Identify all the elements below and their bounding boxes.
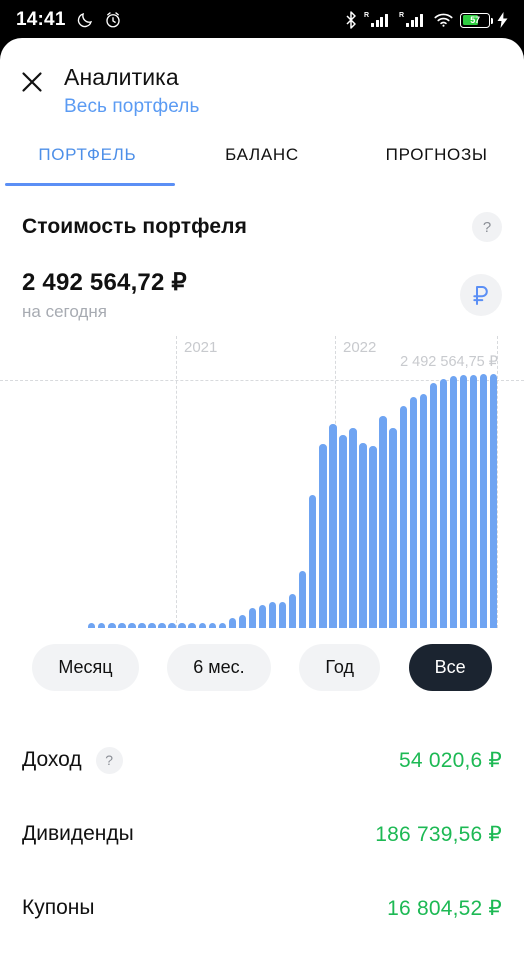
close-icon	[22, 72, 42, 92]
chart-bar	[429, 383, 438, 628]
chart-bar	[168, 623, 176, 628]
chart-bar	[278, 601, 287, 628]
period-month[interactable]: Месяц	[32, 644, 139, 691]
chart-bar	[329, 424, 337, 628]
currency-toggle-button[interactable]	[460, 274, 502, 316]
sim2-roaming-label: R	[399, 12, 405, 19]
portfolio-amount-group: 2 492 564,72 ₽ на сегодня	[22, 268, 187, 322]
status-bar-left: 14:41	[16, 9, 122, 31]
chart-bar	[339, 435, 347, 628]
sim1-roaming-label: R	[364, 12, 370, 19]
chart-bar	[268, 602, 277, 628]
chart-bar	[419, 393, 428, 628]
phone-screen: 14:41 R R 57 Аналитика Весь портфель ПОР…	[0, 0, 524, 964]
wifi-icon	[434, 13, 453, 27]
chart-bar	[238, 614, 247, 628]
status-bar: 14:41 R R 57	[0, 0, 524, 40]
chart-bar	[319, 443, 327, 628]
chart-bar	[248, 608, 257, 628]
chart-bar	[218, 622, 227, 628]
stat-row-coupons[interactable]: Купоны 16 804,52 ₽	[22, 871, 502, 945]
tab-portfolio[interactable]: ПОРТФЕЛЬ	[0, 124, 175, 186]
chart-bar	[369, 445, 377, 628]
chart-bar	[439, 379, 448, 628]
chart-bar	[349, 428, 357, 628]
chart-bar	[188, 623, 196, 628]
chart-bar	[88, 623, 96, 628]
chart-bar	[138, 623, 146, 628]
ruble-icon	[473, 286, 488, 305]
chart-bar	[459, 375, 468, 628]
chart-bar	[118, 623, 126, 628]
portfolio-amount-caption: на сегодня	[22, 302, 107, 321]
signal-sim2-icon: R	[399, 12, 427, 27]
period-year[interactable]: Год	[299, 644, 380, 691]
portfolio-value-header: Стоимость портфеля ?	[22, 212, 502, 242]
chart-bar	[228, 618, 237, 628]
chart-bar	[98, 623, 106, 628]
chart-bar	[309, 494, 317, 628]
page-title: Аналитика	[64, 64, 179, 90]
question-mark-icon[interactable]: ?	[95, 746, 123, 774]
stat-value: 186 739,56 ₽	[375, 822, 502, 846]
chart-bar	[379, 416, 387, 628]
portfolio-selector[interactable]: Весь портфель	[64, 93, 199, 121]
analytics-sheet: Аналитика Весь портфель ПОРТФЕЛЬ БАЛАНС …	[0, 38, 524, 964]
chart-bar	[198, 623, 206, 628]
tab-balance[interactable]: БАЛАНС	[175, 124, 350, 186]
chart-bar	[359, 442, 367, 628]
chart-bar	[128, 623, 136, 628]
clock-time: 14:41	[16, 9, 66, 30]
chart-bar	[288, 594, 297, 628]
status-bar-right: R R 57	[345, 11, 508, 29]
stat-value: 54 020,6 ₽	[399, 748, 502, 772]
chart-bar	[158, 623, 166, 628]
moon-icon	[77, 13, 92, 28]
tab-forecasts[interactable]: ПРОГНОЗЫ	[349, 124, 524, 186]
header-text: Аналитика Весь портфель	[64, 60, 199, 121]
close-button[interactable]	[0, 60, 64, 94]
stat-label: Купоны	[22, 896, 95, 919]
stat-label: Доход	[22, 748, 82, 771]
chart-bar	[148, 623, 156, 628]
portfolio-value-block: Стоимость портфеля ? 2 492 564,72 ₽ на с…	[0, 186, 524, 322]
chart-bar	[108, 623, 116, 628]
period-6months[interactable]: 6 мес.	[167, 644, 271, 691]
period-selector: Месяц 6 мес. Год Все	[0, 628, 524, 701]
chart-bar	[409, 396, 417, 628]
chart-bars	[0, 336, 524, 628]
tab-bar: ПОРТФЕЛЬ БАЛАНС ПРОГНОЗЫ	[0, 124, 524, 186]
portfolio-amount: 2 492 564,72 ₽	[22, 269, 187, 296]
active-tab-indicator	[5, 182, 175, 186]
portfolio-value-row: 2 492 564,72 ₽ на сегодня	[22, 268, 502, 322]
chart-bar	[399, 405, 407, 628]
stat-label: Дивиденды	[22, 822, 134, 845]
charging-bolt-icon	[497, 12, 508, 28]
chart-bar	[389, 428, 397, 628]
stat-row-dividends[interactable]: Дивиденды 186 739,56 ₽	[22, 797, 502, 871]
stat-value: 16 804,52 ₽	[387, 896, 502, 920]
sheet-header: Аналитика Весь портфель	[0, 38, 524, 124]
stat-row-income[interactable]: Доход ? 54 020,6 ₽	[22, 723, 502, 797]
battery-level-label: 57	[470, 15, 480, 25]
alarm-icon	[105, 12, 120, 28]
chart-bar	[479, 374, 488, 628]
stats-list: Доход ? 54 020,6 ₽ Дивиденды 186 739,56 …	[0, 723, 524, 945]
bluetooth-icon	[346, 11, 356, 29]
chart-bar	[258, 604, 267, 628]
chart-bar	[178, 623, 186, 628]
signal-sim1-icon: R	[364, 12, 392, 27]
chart-bar	[449, 376, 458, 628]
period-all[interactable]: Все	[408, 644, 492, 691]
chart-bar	[489, 374, 498, 628]
chart-bar	[208, 623, 216, 628]
battery-icon: 57	[460, 12, 493, 28]
chart-bar	[299, 570, 307, 628]
chart-bar	[469, 374, 478, 628]
section-title: Стоимость портфеля	[22, 215, 247, 238]
question-mark-icon[interactable]: ?	[472, 212, 502, 242]
portfolio-chart[interactable]: 2021 2022 2 492 564,75 ₽	[0, 336, 524, 628]
